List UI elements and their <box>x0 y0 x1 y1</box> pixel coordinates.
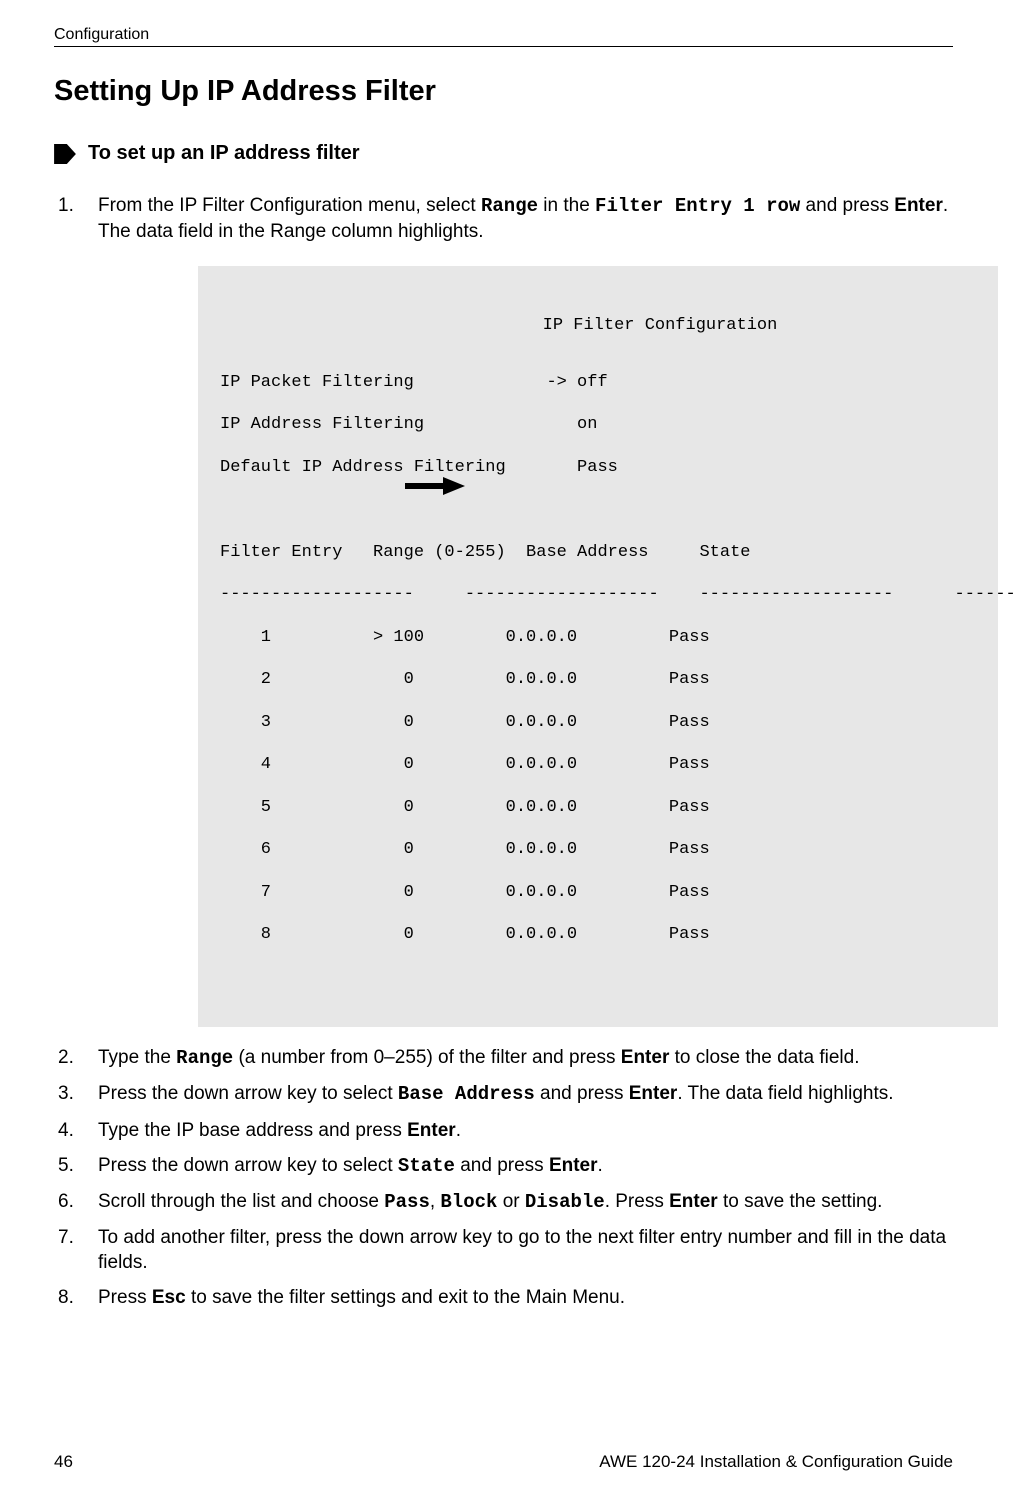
text: (a number from 0–255) of the filter and … <box>233 1047 621 1068</box>
text: Scroll through the list and choose <box>98 1191 384 1212</box>
text: , <box>430 1191 441 1212</box>
code-pass: Pass <box>384 1191 430 1213</box>
text: and press <box>535 1083 629 1104</box>
code-state: State <box>398 1155 455 1177</box>
key-enter: Enter <box>669 1191 718 1212</box>
step-7: To add another filter, press the down ar… <box>54 1225 953 1275</box>
text: . <box>598 1155 603 1176</box>
arrow-icon <box>405 477 465 495</box>
table-row: 7 0 0.0.0.0 Pass <box>220 882 980 903</box>
document-title: AWE 120-24 Installation & Configuration … <box>599 1452 953 1472</box>
text: and press <box>800 195 894 216</box>
text: . Press <box>605 1191 669 1212</box>
text: . The data field highlights. <box>677 1083 893 1104</box>
key-enter: Enter <box>629 1083 678 1104</box>
text: Type the IP base address and press <box>98 1120 407 1141</box>
task-title: To set up an IP address filter <box>88 142 360 165</box>
text: Press the down arrow key to select <box>98 1083 398 1104</box>
terminal-title: IP Filter Configuration <box>340 315 980 336</box>
text: and press <box>455 1155 549 1176</box>
text: To add another filter, press the down ar… <box>98 1227 946 1273</box>
step-5: Press the down arrow key to select State… <box>54 1153 953 1179</box>
task-row: To set up an IP address filter <box>54 142 953 165</box>
text: Type the <box>98 1047 176 1068</box>
code-block: Block <box>440 1191 497 1213</box>
key-enter: Enter <box>549 1155 598 1176</box>
terminal-screen: IP Filter Configuration IP Packet Filter… <box>198 266 998 1027</box>
terminal-ruler: ------------------- ------------------- … <box>220 584 980 605</box>
step-1: From the IP Filter Configuration menu, s… <box>54 193 953 1027</box>
text: From the IP Filter Configuration menu, s… <box>98 195 481 216</box>
text: or <box>497 1191 524 1212</box>
steps-list: From the IP Filter Configuration menu, s… <box>54 193 953 1310</box>
table-row: 1 > 100 0.0.0.0 Pass <box>220 627 980 648</box>
code-base-address: Base Address <box>398 1083 535 1105</box>
code-range: Range <box>176 1047 233 1069</box>
terminal-line: IP Address Filtering on <box>220 414 980 435</box>
step-6: Scroll through the list and choose Pass,… <box>54 1189 953 1215</box>
step-3: Press the down arrow key to select Base … <box>54 1081 953 1107</box>
code-disable: Disable <box>525 1191 605 1213</box>
step-4: Type the IP base address and press Enter… <box>54 1118 953 1143</box>
key-esc: Esc <box>152 1287 186 1308</box>
header-rule <box>54 46 953 47</box>
section-title: Setting Up IP Address Filter <box>54 75 953 108</box>
text: Press <box>98 1287 152 1308</box>
table-row: 5 0 0.0.0.0 Pass <box>220 797 980 818</box>
step-8: Press Esc to save the filter settings an… <box>54 1285 953 1310</box>
text: . <box>456 1120 461 1141</box>
key-enter: Enter <box>407 1120 456 1141</box>
key-enter: Enter <box>621 1047 670 1068</box>
text: Press the down arrow key to select <box>98 1155 398 1176</box>
page-footer: 46 AWE 120-24 Installation & Configurati… <box>0 1452 1013 1472</box>
text: to save the filter settings and exit to … <box>186 1287 625 1308</box>
pentagon-icon <box>54 144 76 164</box>
table-row: 8 0 0.0.0.0 Pass <box>220 924 980 945</box>
terminal-line: Default IP Address Filtering Pass <box>220 457 980 478</box>
text: to close the data field. <box>669 1047 859 1068</box>
text: in the <box>538 195 595 216</box>
blank <box>220 499 980 520</box>
table-row: 3 0 0.0.0.0 Pass <box>220 712 980 733</box>
page-number: 46 <box>54 1452 73 1472</box>
code-range: Range <box>481 195 538 217</box>
table-row: 4 0 0.0.0.0 Pass <box>220 754 980 775</box>
text: to save the setting. <box>718 1191 883 1212</box>
terminal-line: IP Packet Filtering -> off <box>220 372 980 393</box>
running-header: Configuration <box>54 26 953 44</box>
step-2: Type the Range (a number from 0–255) of … <box>54 1045 953 1071</box>
key-enter: Enter <box>894 195 943 216</box>
table-row: 2 0 0.0.0.0 Pass <box>220 669 980 690</box>
terminal-header: Filter Entry Range (0-255) Base Address … <box>220 542 980 563</box>
table-row: 6 0 0.0.0.0 Pass <box>220 839 980 860</box>
code-filter-entry: Filter Entry 1 row <box>595 195 800 217</box>
